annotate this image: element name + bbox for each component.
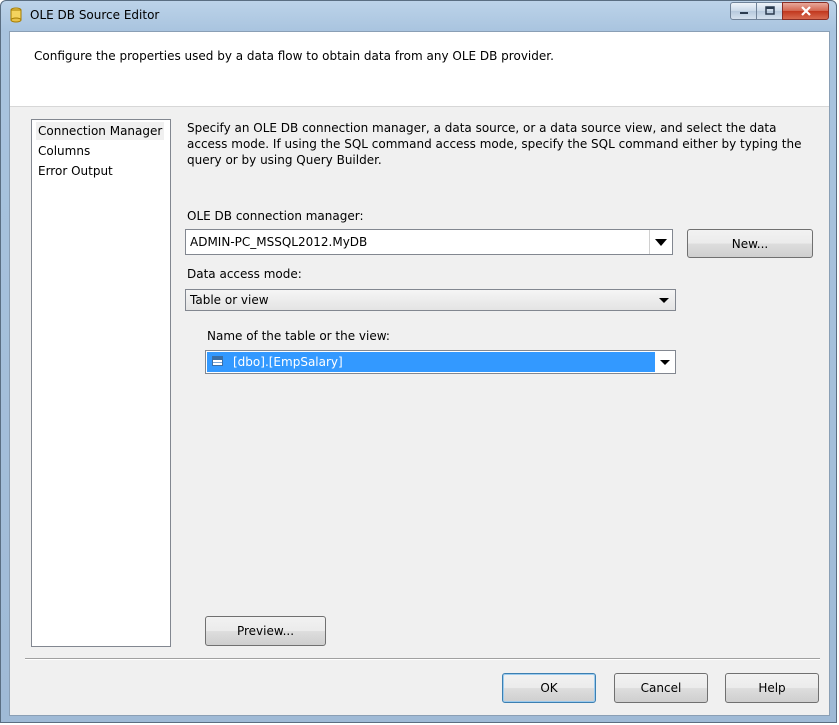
close-icon — [800, 6, 811, 16]
table-name-value: [dbo].[EmpSalary] — [233, 355, 343, 369]
title-bar[interactable]: OLE DB Source Editor — [1, 1, 836, 31]
chevron-down-icon[interactable] — [649, 230, 672, 254]
maximize-icon — [764, 6, 775, 15]
connection-manager-value: ADMIN-PC_MSSQL2012.MyDB — [190, 235, 368, 249]
minimize-icon — [739, 12, 748, 14]
nav-item-columns[interactable]: Columns — [38, 142, 90, 160]
header-divider — [10, 106, 829, 107]
data-access-mode-value: Table or view — [190, 293, 269, 307]
close-button[interactable] — [782, 2, 829, 20]
ole-db-source-editor-window: OLE DB Source Editor Configure the prope… — [0, 0, 837, 723]
instructions-text: Specify an OLE DB connection manager, a … — [187, 121, 802, 167]
ssis-source-icon — [10, 7, 22, 23]
header-panel: Configure the properties used by a data … — [10, 32, 829, 106]
connection-manager-dropdown[interactable]: ADMIN-PC_MSSQL2012.MyDB — [185, 229, 673, 255]
table-name-label: Name of the table or the view: — [207, 329, 390, 343]
window-title: OLE DB Source Editor — [30, 8, 160, 22]
nav-item-connection-manager[interactable]: Connection Manager — [36, 122, 165, 140]
help-button[interactable]: Help — [725, 673, 819, 703]
header-description: Configure the properties used by a data … — [34, 49, 554, 63]
connection-manager-label: OLE DB connection manager: — [187, 209, 364, 223]
cancel-button[interactable]: Cancel — [614, 673, 708, 703]
table-name-dropdown[interactable]: [dbo].[EmpSalary] — [205, 350, 676, 374]
table-icon — [212, 356, 223, 366]
preview-button[interactable]: Preview... — [205, 616, 326, 646]
dialog-client-area: Configure the properties used by a data … — [9, 31, 830, 716]
footer-divider — [25, 658, 820, 660]
ok-button[interactable]: OK — [502, 673, 596, 703]
table-name-selection: [dbo].[EmpSalary] — [207, 352, 655, 372]
chevron-down-icon[interactable] — [653, 290, 675, 310]
nav-item-error-output[interactable]: Error Output — [38, 162, 113, 180]
chevron-down-icon[interactable] — [655, 351, 675, 373]
maximize-button[interactable] — [756, 2, 783, 20]
new-connection-button[interactable]: New... — [687, 229, 813, 258]
minimize-button[interactable] — [730, 2, 757, 20]
data-access-mode-label: Data access mode: — [187, 267, 302, 281]
page-navigation-list: Connection Manager Columns Error Output — [31, 119, 171, 647]
data-access-mode-dropdown[interactable]: Table or view — [185, 289, 676, 311]
